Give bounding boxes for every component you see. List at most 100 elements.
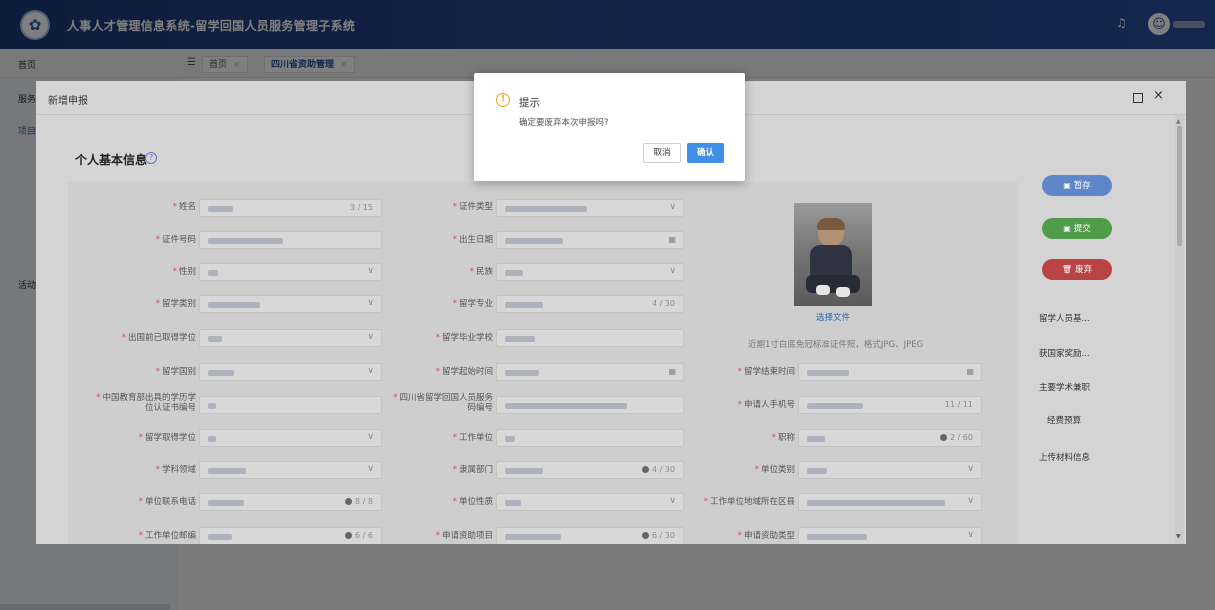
anchor-academic-positions[interactable]: 主要学术兼职 (1039, 381, 1090, 393)
label-employer-nature: * 单位性质 (452, 497, 493, 507)
label-study-end: * 留学结束时间 (737, 367, 795, 377)
label-degree-before: * 出国前已取得学位 (121, 333, 196, 343)
study-major-input[interactable]: 4 / 30 (496, 295, 684, 313)
label-employer: * 工作单位 (452, 433, 493, 443)
anchor-upload-materials[interactable]: 上传材料信息 (1039, 451, 1090, 463)
chevron-down-icon: ∨ (967, 496, 974, 506)
submit-icon: ▣ (1063, 224, 1071, 233)
study-end-picker[interactable]: ▦ (798, 363, 982, 381)
chevron-down-icon: ∨ (669, 266, 676, 276)
maximize-icon[interactable] (1133, 93, 1143, 103)
cancel-button[interactable]: 取消 (643, 143, 681, 163)
confirm-discard-popup: ! 提示 确定要废弃本次申报吗? 取消 确认 (474, 73, 745, 181)
label-phone: * 申请人手机号 (737, 400, 795, 410)
dialog-title: 新增申报 (48, 96, 88, 107)
label-id-type: * 证件类型 (452, 202, 493, 212)
label-study-major: * 留学专业 (452, 299, 493, 309)
label-id-number: * 证件号码 (155, 235, 196, 245)
study-country-select[interactable]: ∨ (199, 363, 382, 381)
employer-region-select[interactable]: ∨ (798, 493, 982, 511)
ethnicity-select[interactable]: ∨ (496, 263, 684, 281)
chevron-down-icon: ∨ (367, 266, 374, 276)
label-study-category: * 留学类别 (155, 299, 196, 309)
sichuan-service-no-input[interactable] (496, 396, 684, 414)
label-employer-type: * 单位类别 (754, 465, 795, 475)
scroll-up-icon[interactable]: ▲ (1176, 118, 1181, 125)
chevron-down-icon: ∨ (367, 332, 374, 342)
close-icon[interactable]: × (1153, 88, 1164, 103)
clear-icon[interactable] (939, 434, 947, 441)
chevron-down-icon: ∨ (367, 464, 374, 474)
clear-icon[interactable] (345, 532, 353, 539)
project-input[interactable]: 6 / 30 (496, 527, 684, 544)
save-draft-button[interactable]: ▣ 暂存 (1042, 175, 1112, 196)
name-input[interactable]: 3 / 15 (199, 199, 382, 217)
chevron-down-icon: ∨ (367, 432, 374, 442)
study-category-select[interactable]: ∨ (199, 295, 382, 313)
label-sichuan-service-no: * 四川省留学回国人员服务 码编号 (393, 393, 493, 413)
label-study-degree: * 留学取得学位 (138, 433, 196, 443)
moe-cert-no-input[interactable] (199, 396, 382, 414)
calendar-icon: ▦ (668, 367, 676, 376)
department-input[interactable]: 4 / 30 (496, 461, 684, 479)
confirm-button[interactable]: 确认 (687, 143, 724, 163)
degree-before-select[interactable]: ∨ (199, 329, 382, 347)
label-title: * 职称 (771, 433, 795, 443)
employer-nature-select[interactable]: ∨ (496, 493, 684, 511)
id-number-input[interactable] (199, 231, 382, 249)
label-ethnicity: * 民族 (469, 267, 493, 277)
id-type-select[interactable]: ∨ (496, 199, 684, 217)
graduate-school-input[interactable] (496, 329, 684, 347)
calendar-icon: ▦ (966, 367, 974, 376)
label-project: * 申请资助项目 (435, 531, 493, 541)
label-birth-date: * 出生日期 (452, 235, 493, 245)
label-moe-cert-no: * 中国教育部出具的学历学 位认证书编号 (96, 393, 196, 413)
chevron-down-icon: ∨ (967, 464, 974, 474)
save-icon: ▣ (1063, 181, 1071, 190)
study-start-picker[interactable]: ▦ (496, 363, 684, 381)
discard-button[interactable]: 🗑 废弃 (1042, 259, 1112, 280)
phone-input[interactable]: 11 / 11 (798, 396, 982, 414)
confirm-message: 确定要废弃本次申报吗? (519, 118, 609, 128)
help-icon[interactable]: ? (145, 152, 157, 164)
employer-input[interactable] (496, 429, 684, 447)
scroll-down-icon[interactable]: ▼ (1176, 533, 1181, 540)
employer-phone-input[interactable]: 8 / 8 (199, 493, 382, 511)
calendar-icon: ▦ (668, 235, 676, 244)
title-input[interactable]: 2 / 60 (798, 429, 982, 447)
warning-icon: ! (496, 93, 510, 107)
employer-zip-input[interactable]: 6 / 6 (199, 527, 382, 544)
applicant-photo (794, 203, 872, 306)
clear-icon[interactable] (641, 466, 649, 473)
clear-icon[interactable] (345, 498, 353, 505)
birth-date-picker[interactable]: ▦ (496, 231, 684, 249)
anchor-budget[interactable]: 经费预算 (1047, 414, 1081, 426)
dialog-scrollbar-thumb[interactable] (1177, 126, 1182, 246)
clear-icon[interactable] (641, 532, 649, 539)
discipline-select[interactable]: ∨ (199, 461, 382, 479)
label-name: * 姓名 (172, 202, 196, 212)
label-graduate-school: * 留学毕业学校 (435, 333, 493, 343)
submit-button[interactable]: ▣ 提交 (1042, 218, 1112, 239)
label-gender: * 性别 (172, 267, 196, 277)
trash-icon: 🗑 (1061, 265, 1073, 274)
employer-type-select[interactable]: ∨ (798, 461, 982, 479)
label-employer-phone: * 单位联系电话 (138, 497, 196, 507)
choose-file-link[interactable]: 选择文件 (816, 311, 850, 323)
label-study-start: * 留学起始时间 (435, 367, 493, 377)
photo-hint: 近期1寸白底免冠标准证件照，格式JPG、JPEG (748, 340, 924, 350)
chevron-down-icon: ∨ (367, 298, 374, 308)
chevron-down-icon: ∨ (669, 202, 676, 212)
label-funding-type: * 申请资助类型 (737, 531, 795, 541)
funding-type-select[interactable]: ∨ (798, 527, 982, 544)
chevron-down-icon: ∨ (967, 530, 974, 540)
chevron-down-icon: ∨ (367, 366, 374, 376)
label-study-country: * 留学国别 (155, 367, 196, 377)
anchor-study-info[interactable]: 留学人员基... (1039, 312, 1090, 324)
anchor-national-awards[interactable]: 获国家奖励... (1039, 347, 1090, 359)
gender-select[interactable]: ∨ (199, 263, 382, 281)
chevron-down-icon: ∨ (669, 496, 676, 506)
label-employer-region: * 工作单位地域所在区县 (703, 497, 795, 507)
study-degree-select[interactable]: ∨ (199, 429, 382, 447)
confirm-title: 提示 (519, 97, 540, 109)
